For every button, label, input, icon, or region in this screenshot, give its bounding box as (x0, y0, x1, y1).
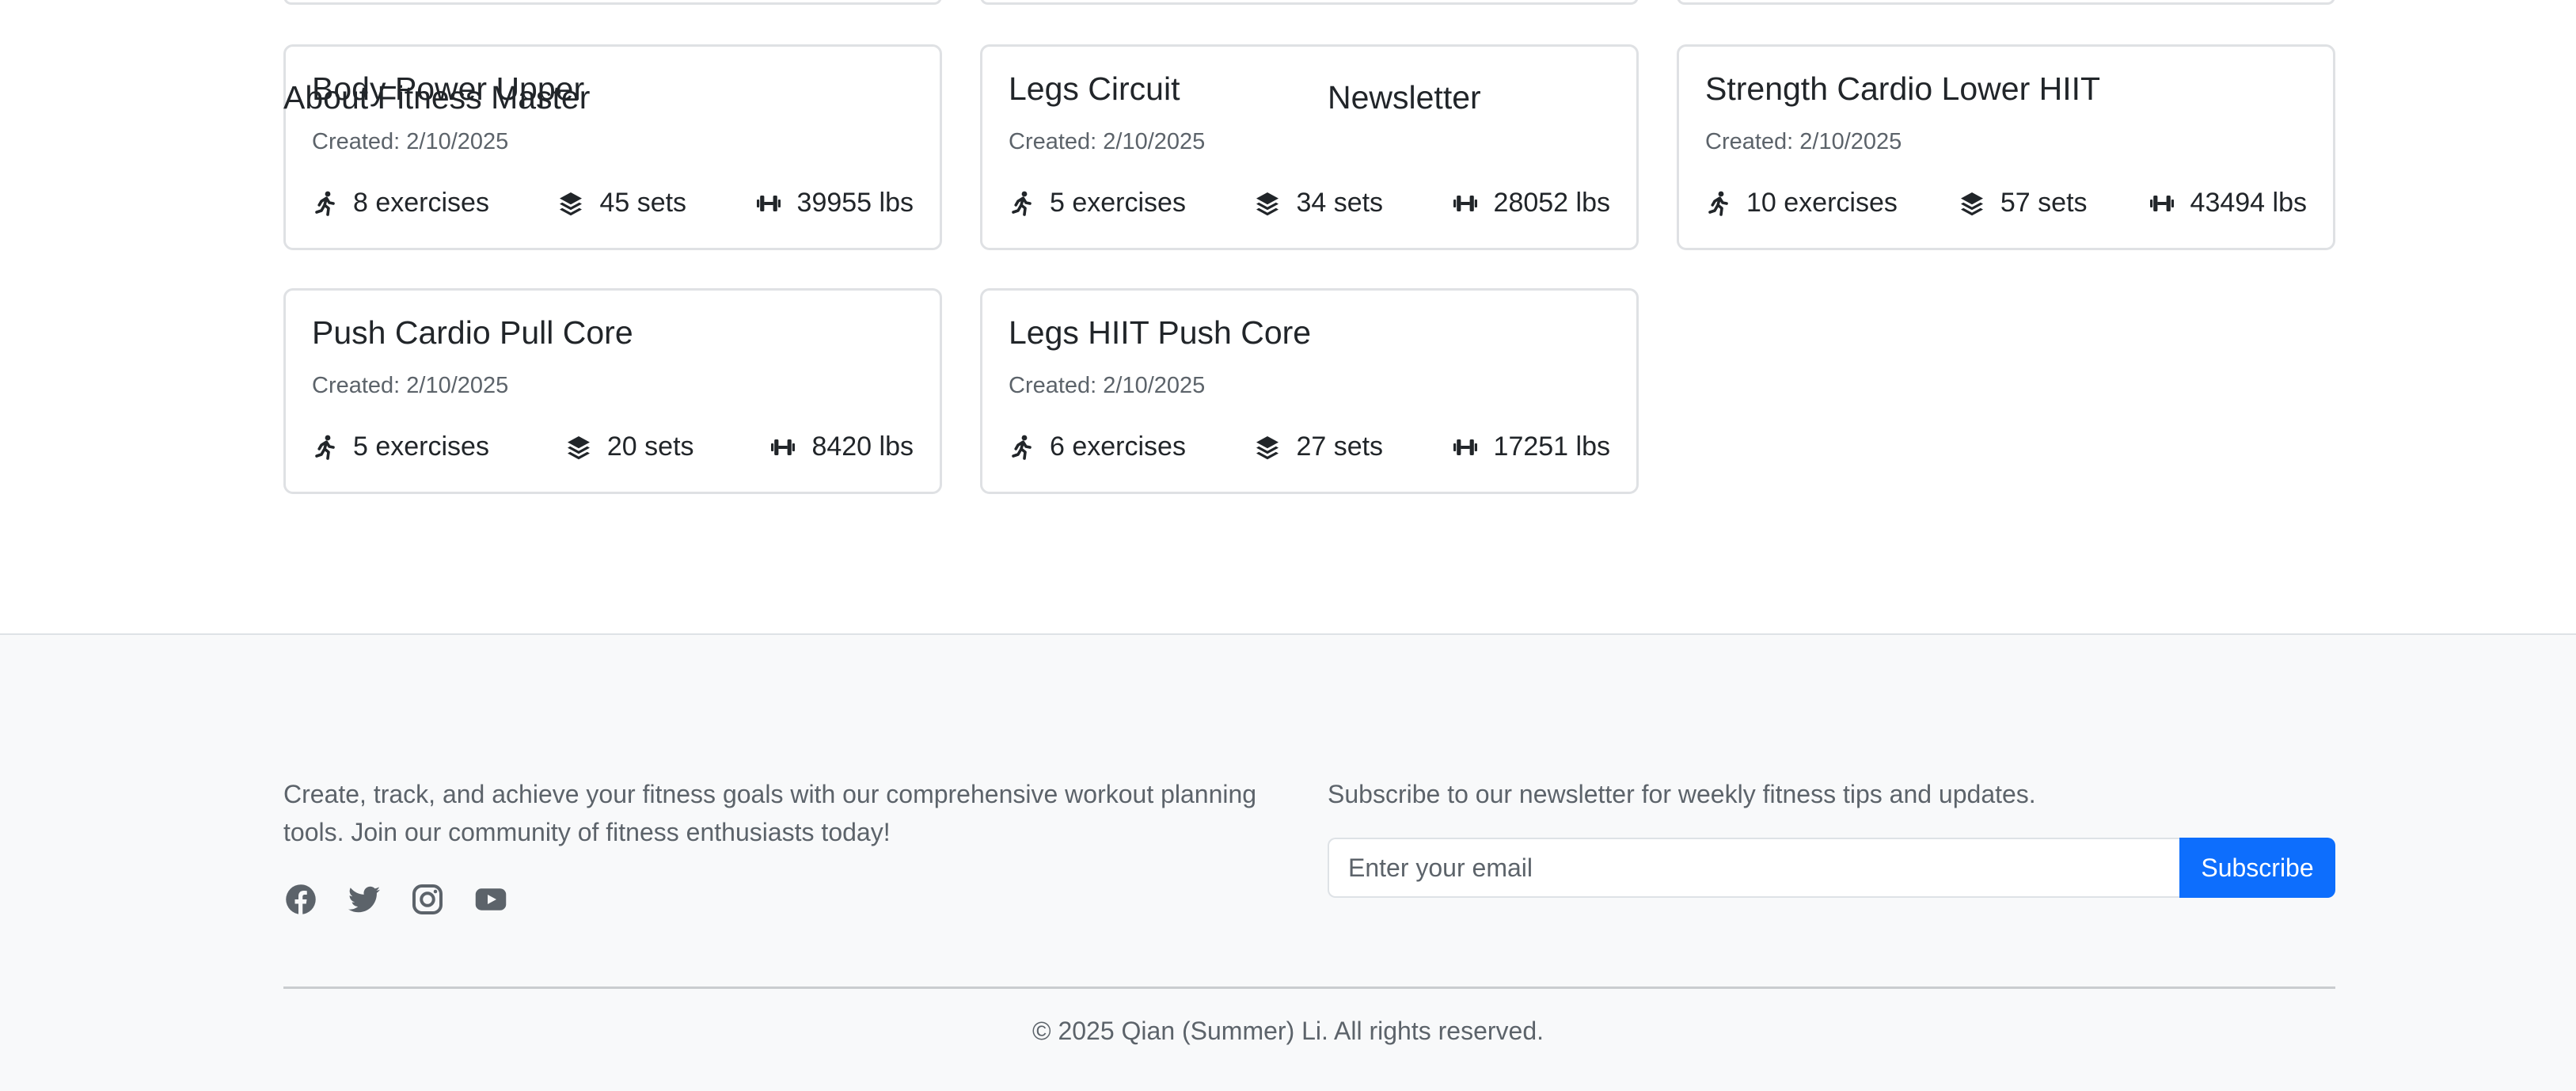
social-links (283, 882, 537, 917)
total-weight-label: 28052 lbs (1493, 188, 1610, 218)
exercise-count: 5 exercises (312, 431, 489, 462)
youtube-link[interactable] (473, 882, 508, 917)
exercise-count: 6 exercises (1009, 431, 1186, 462)
total-weight: 43494 lbs (2149, 188, 2307, 219)
workout-stats: 5 exercises 34 sets 28052 lbs (1009, 188, 1610, 219)
workout-created-date: Created: 2/10/2025 (1009, 129, 1206, 154)
total-weight-label: 8420 lbs (811, 431, 914, 462)
running-person-icon (1012, 191, 1032, 216)
workout-card-partial[interactable] (980, 0, 1639, 5)
workout-title: Push Cardio Pull Core (312, 314, 633, 351)
set-count-label: 57 sets (2000, 188, 2088, 218)
footer-divider (283, 986, 2335, 989)
facebook-link[interactable] (283, 882, 318, 917)
layers-icon (1960, 192, 1983, 215)
workout-card-partial[interactable] (283, 0, 942, 5)
set-count-label: 27 sets (1296, 431, 1384, 462)
exercise-count-label: 6 exercises (1050, 431, 1186, 462)
exercise-count-label: 5 exercises (353, 431, 489, 462)
set-count-label: 34 sets (1296, 188, 1384, 218)
workout-created-date: Created: 2/10/2025 (1009, 373, 1206, 398)
instagram-icon (412, 884, 443, 915)
set-count: 27 sets (1255, 431, 1383, 462)
workout-stats: 8 exercises 45 sets 39955 lbs (312, 188, 914, 219)
workout-created-date: Created: 2/10/2025 (312, 373, 509, 398)
newsletter-title: Newsletter (1328, 79, 1481, 116)
dumbbell-icon (2149, 195, 2174, 211)
set-count: 34 sets (1255, 188, 1383, 219)
workout-card[interactable]: Body Power Upper Created: 2/10/2025 8 ex… (283, 44, 942, 250)
facebook-icon (286, 884, 316, 915)
set-count-label: 45 sets (599, 188, 687, 218)
about-title: About Fitness Master (283, 79, 591, 116)
twitter-icon (348, 886, 380, 913)
running-person-icon (315, 435, 335, 460)
set-count: 20 sets (566, 431, 694, 462)
exercise-count: 10 exercises (1705, 188, 1898, 219)
total-weight: 39955 lbs (756, 188, 914, 219)
newsletter-text: Subscribe to our newsletter for weekly f… (1328, 780, 2036, 808)
workout-stats: 5 exercises 20 sets 8420 lbs (312, 431, 914, 462)
dumbbell-icon (1453, 195, 1477, 211)
workout-card[interactable]: Strength Cardio Lower HIIT Created: 2/10… (1677, 44, 2335, 250)
layers-icon (1256, 192, 1279, 215)
running-person-icon (1708, 191, 1728, 216)
set-count: 57 sets (1959, 188, 2088, 219)
dumbbell-icon (1453, 439, 1477, 455)
twitter-link[interactable] (347, 882, 382, 917)
layers-icon (1256, 435, 1279, 459)
dumbbell-icon (771, 439, 796, 455)
total-weight: 17251 lbs (1453, 431, 1610, 462)
total-weight: 8420 lbs (770, 431, 914, 462)
exercise-count: 8 exercises (312, 188, 489, 219)
exercise-count-label: 10 exercises (1746, 188, 1898, 218)
exercise-count-label: 8 exercises (353, 188, 489, 218)
workout-card[interactable]: Legs HIIT Push Core Created: 2/10/2025 6… (980, 288, 1639, 494)
subscribe-button[interactable]: Subscribe (2179, 838, 2335, 898)
running-person-icon (1012, 435, 1032, 460)
total-weight-label: 39955 lbs (796, 188, 914, 218)
workout-title: Strength Cardio Lower HIIT (1705, 70, 2101, 107)
total-weight: 28052 lbs (1453, 188, 1610, 219)
workout-created-date: Created: 2/10/2025 (1705, 129, 1902, 154)
workout-stats: 6 exercises 27 sets 17251 lbs (1009, 431, 1610, 462)
running-person-icon (315, 191, 335, 216)
workout-card[interactable]: Legs Circuit Created: 2/10/2025 5 exerci… (980, 44, 1639, 250)
instagram-link[interactable] (410, 882, 445, 917)
set-count: 45 sets (558, 188, 686, 219)
total-weight-label: 17251 lbs (1493, 431, 1610, 462)
layers-icon (567, 435, 590, 459)
youtube-icon (475, 888, 507, 910)
workout-title: Legs Circuit (1009, 70, 1180, 107)
layers-icon (560, 192, 583, 215)
workout-created-date: Created: 2/10/2025 (312, 129, 509, 154)
exercise-count-label: 5 exercises (1050, 188, 1186, 218)
newsletter-email-input[interactable] (1328, 838, 2181, 898)
workout-stats: 10 exercises 57 sets 43494 lbs (1705, 188, 2307, 219)
about-text: Create, track, and achieve your fitness … (283, 780, 1257, 846)
total-weight-label: 43494 lbs (2190, 188, 2307, 218)
exercise-count: 5 exercises (1009, 188, 1186, 219)
workout-card[interactable]: Push Cardio Pull Core Created: 2/10/2025… (283, 288, 942, 494)
copyright-text: © 2025 Qian (Summer) Li. All rights rese… (1032, 1017, 1544, 1045)
workout-title: Legs HIIT Push Core (1009, 314, 1312, 351)
set-count-label: 20 sets (606, 431, 694, 462)
workout-card-partial[interactable] (1677, 0, 2335, 5)
dumbbell-icon (756, 195, 781, 211)
